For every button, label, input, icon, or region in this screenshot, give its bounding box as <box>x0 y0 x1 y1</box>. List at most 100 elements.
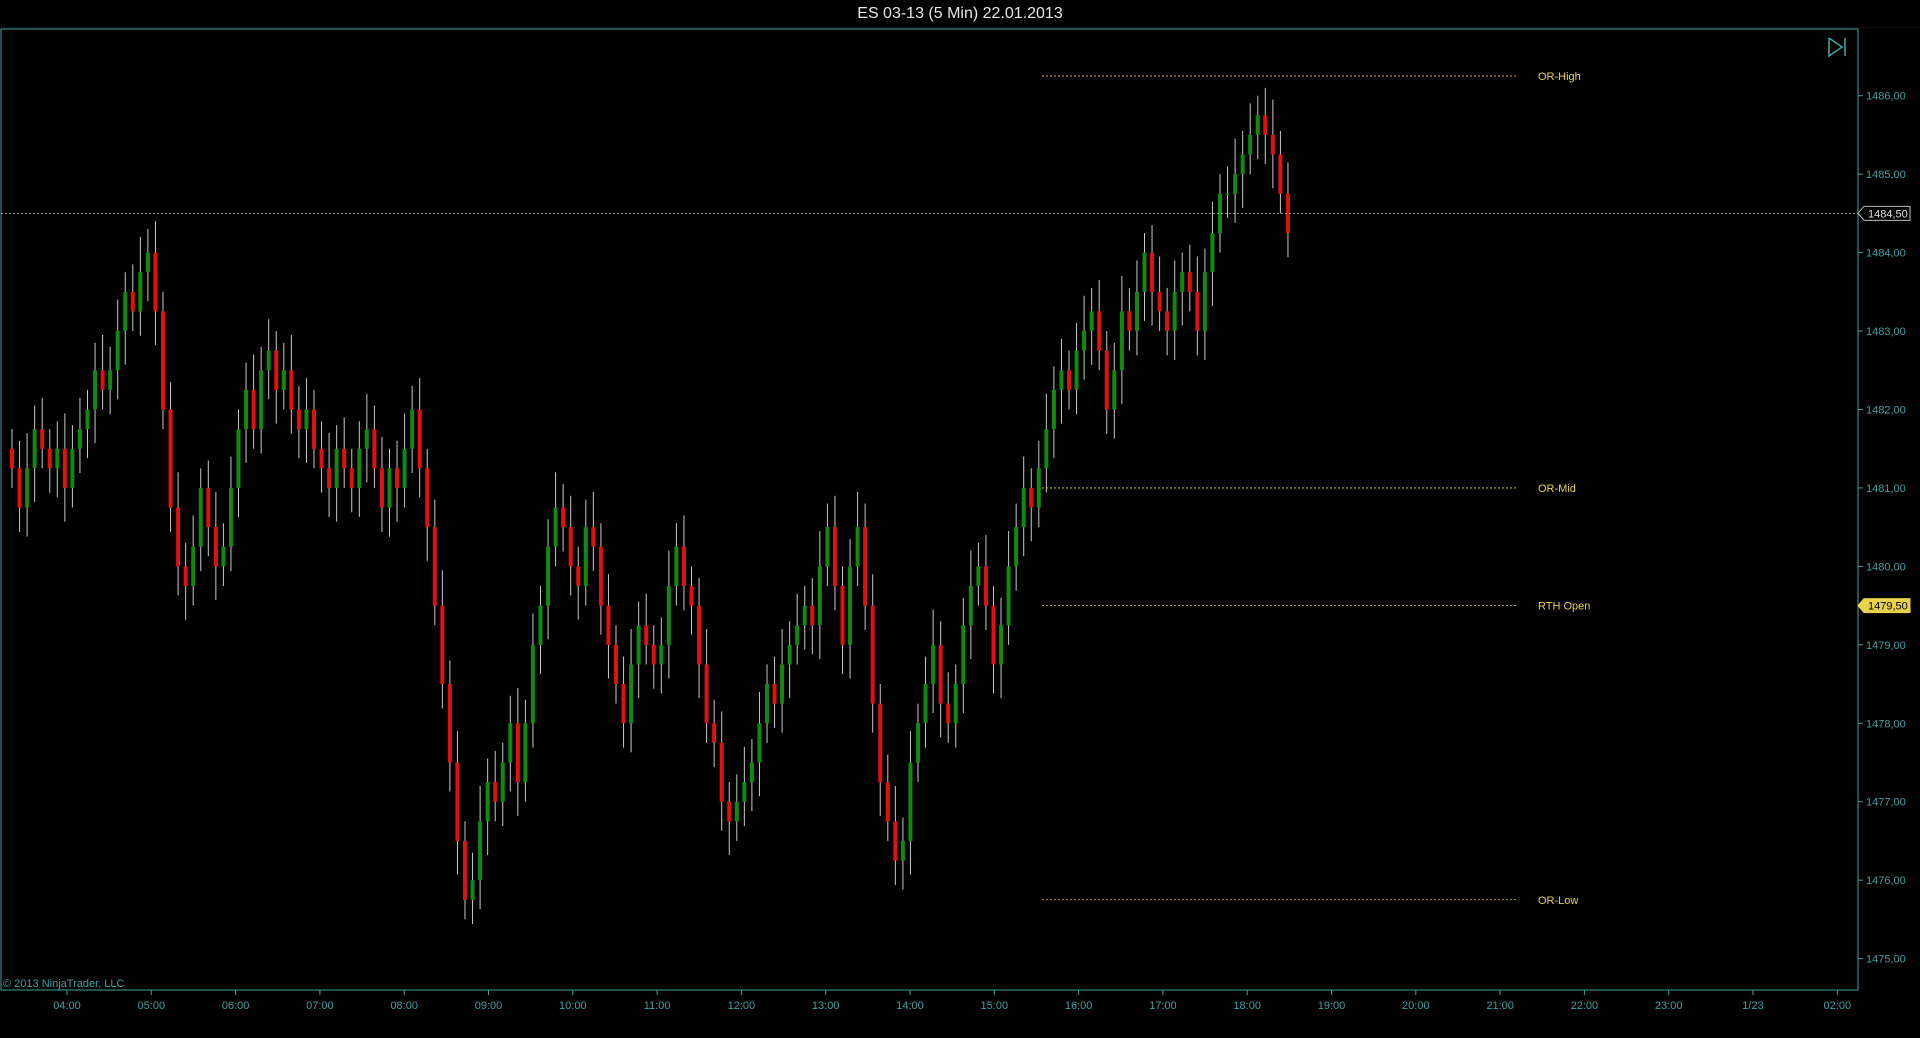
candle-up <box>629 664 634 724</box>
x-tick-label: 16:00 <box>1065 1000 1093 1012</box>
x-tick-label: 1/23 <box>1742 1000 1763 1012</box>
candle-down <box>938 644 943 704</box>
y-tick-label: 1476,00 <box>1866 875 1906 887</box>
y-tick-label: 1483,00 <box>1866 326 1906 338</box>
candle-down <box>1029 487 1034 508</box>
candle-up <box>266 350 271 371</box>
candle-down <box>1187 272 1192 292</box>
candle-down <box>946 703 951 724</box>
candle-up <box>402 448 407 488</box>
candle-up <box>470 880 475 900</box>
candle-up <box>1142 252 1147 292</box>
candle-up <box>553 507 558 547</box>
candle-up <box>749 762 754 783</box>
candle-up <box>221 546 226 567</box>
y-tick-label: 1481,00 <box>1866 483 1906 495</box>
x-tick-label: 20:00 <box>1402 1000 1430 1012</box>
candle-up <box>674 546 679 586</box>
candle-up <box>780 664 785 704</box>
candle-up <box>757 723 762 763</box>
candle-down <box>840 585 845 645</box>
current-price-label: 1484,50 <box>1868 208 1908 220</box>
candle-down <box>440 605 445 685</box>
candle-up <box>848 566 853 645</box>
candle-down <box>161 311 165 410</box>
candle-down <box>1278 154 1283 194</box>
x-tick-label: 21:00 <box>1486 1000 1514 1012</box>
candle-down <box>878 703 883 783</box>
candle-up <box>1082 331 1087 351</box>
candle-down <box>712 723 717 743</box>
candle-down <box>168 409 173 508</box>
candle-down <box>432 527 437 606</box>
candle-down <box>1127 311 1132 332</box>
candle-up <box>999 625 1004 665</box>
x-tick-label: 04:00 <box>53 1000 81 1012</box>
candle-up <box>908 762 913 841</box>
candle-up <box>1255 115 1260 135</box>
x-tick-label: 08:00 <box>390 1000 418 1012</box>
scroll-to-end-icon[interactable] <box>1826 36 1850 58</box>
candle-up <box>25 468 30 508</box>
candle-down <box>379 468 384 508</box>
candle-up <box>508 723 513 763</box>
candle-down <box>606 605 611 645</box>
candle-up <box>1021 487 1026 528</box>
x-tick-label: 23:00 <box>1655 1000 1683 1012</box>
candle-up <box>387 468 392 508</box>
candle-down <box>991 605 996 665</box>
candle-up <box>523 723 528 783</box>
y-tick-label: 1485,00 <box>1866 169 1906 181</box>
candle-down <box>1157 291 1162 312</box>
candle-up <box>410 409 415 449</box>
candle-up <box>108 370 113 390</box>
candle-up <box>659 644 664 665</box>
candle-down <box>463 840 467 900</box>
candle-up <box>795 625 800 645</box>
candle-up <box>1006 566 1011 626</box>
x-tick-label: 07:00 <box>306 1000 334 1012</box>
candlestick-chart[interactable]: 1475,00 1476,00 1477,00 1478,00 1479,00 1480,… <box>0 0 1920 1038</box>
candle-down <box>130 291 135 312</box>
candle-up <box>1074 350 1079 390</box>
candle-down <box>153 252 158 312</box>
candle-down <box>349 468 354 488</box>
candle-down <box>327 468 332 488</box>
candle-up <box>228 487 233 547</box>
candle-up <box>923 684 928 724</box>
candle-down <box>719 742 724 802</box>
x-tick-label: 17:00 <box>1149 1000 1177 1012</box>
candle-up <box>145 252 150 273</box>
y-tick-label: 1484,00 <box>1866 248 1906 260</box>
candle-down <box>598 546 603 606</box>
candle-up <box>93 370 98 410</box>
candle-up <box>636 625 641 665</box>
candle-up <box>364 429 369 449</box>
candle-up <box>1059 370 1064 390</box>
candle-down <box>832 527 837 586</box>
candle-down <box>651 644 656 665</box>
candle-up <box>916 723 920 763</box>
candle-down <box>885 782 890 822</box>
x-tick-label: 09:00 <box>475 1000 503 1012</box>
candle-down <box>576 566 581 586</box>
candle-up <box>1089 311 1094 332</box>
candle-down <box>251 389 256 430</box>
candle-down <box>1195 291 1200 332</box>
candle-up <box>1051 389 1056 430</box>
candle-down <box>1150 252 1155 292</box>
y-tick-label: 1480,00 <box>1866 561 1906 573</box>
candle-down <box>621 684 626 724</box>
candle-up <box>530 644 535 724</box>
candle-up <box>1119 311 1124 371</box>
x-tick-label: 02:00 <box>1824 1000 1852 1012</box>
candle-down <box>591 527 596 547</box>
candle-down <box>289 370 294 410</box>
x-tick-label: 12:00 <box>728 1000 756 1012</box>
candle-up <box>1044 429 1049 469</box>
candle-up <box>817 566 822 626</box>
candle-down <box>342 448 347 469</box>
candle-up <box>1248 134 1253 155</box>
candle-down <box>863 527 868 606</box>
y-tick-label: 1477,00 <box>1866 797 1906 809</box>
